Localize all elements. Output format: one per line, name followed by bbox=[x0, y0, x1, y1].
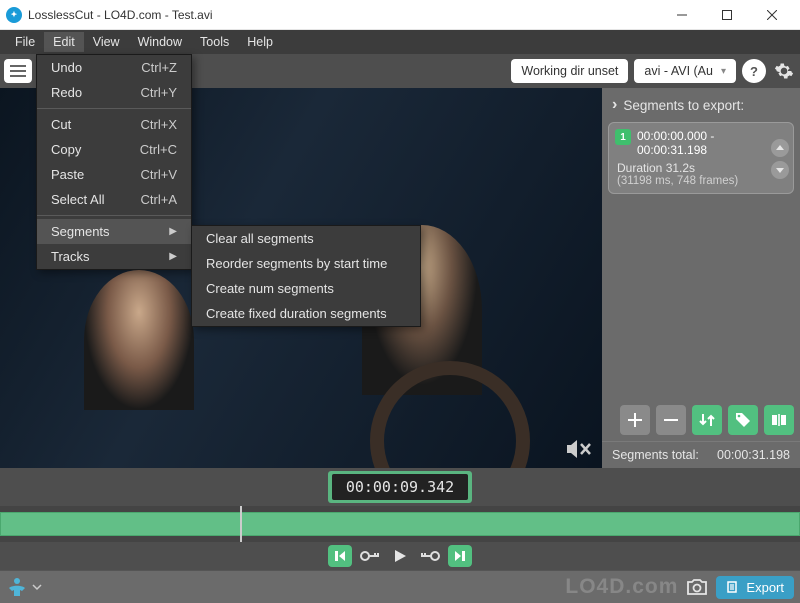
mark-in-icon bbox=[333, 549, 347, 563]
mark-out-button[interactable] bbox=[448, 545, 472, 567]
submenu-reorder-segments[interactable]: Reorder segments by start time bbox=[192, 251, 420, 276]
menubar: File Edit View Window Tools Help bbox=[0, 30, 800, 54]
tag-icon bbox=[735, 412, 751, 428]
timecode-row: 00:00:09.342 bbox=[0, 468, 800, 506]
minimize-button[interactable] bbox=[659, 1, 704, 29]
titlebar: ✦ LosslessCut - LO4D.com - Test.avi bbox=[0, 0, 800, 30]
add-segment-button[interactable] bbox=[620, 405, 650, 435]
menu-copy[interactable]: CopyCtrl+C bbox=[37, 137, 191, 162]
menu-window[interactable]: Window bbox=[129, 32, 191, 52]
segment-card[interactable]: 1 00:00:00.000 - 00:00:31.198 Duration 3… bbox=[608, 122, 794, 194]
submenu-clear-segments[interactable]: Clear all segments bbox=[192, 226, 420, 251]
arrow-down-icon bbox=[775, 165, 785, 175]
prev-keyframe-button[interactable] bbox=[358, 545, 382, 567]
split-icon bbox=[771, 412, 787, 428]
menu-undo[interactable]: UndoCtrl+Z bbox=[37, 55, 191, 80]
segments-submenu: Clear all segments Reorder segments by s… bbox=[191, 225, 421, 327]
watermark: LO4D.com bbox=[565, 575, 678, 599]
segment-times: 00:00:00.000 - 00:00:31.198 bbox=[637, 129, 785, 157]
playhead[interactable] bbox=[240, 506, 242, 542]
menu-edit[interactable]: Edit bbox=[44, 32, 84, 52]
arrow-up-icon bbox=[775, 143, 785, 153]
segments-total-label: Segments total: bbox=[612, 448, 699, 462]
remove-segment-button[interactable] bbox=[656, 405, 686, 435]
segment-move-up[interactable] bbox=[771, 139, 789, 157]
person-icon bbox=[6, 576, 28, 598]
segment-duration: Duration 31.2s bbox=[617, 161, 785, 175]
export-label: Export bbox=[746, 580, 784, 595]
menu-paste[interactable]: PasteCtrl+V bbox=[37, 162, 191, 187]
menu-view[interactable]: View bbox=[84, 32, 129, 52]
timecode-value: 00:00:09.342 bbox=[332, 474, 468, 500]
sort-segments-button[interactable] bbox=[692, 405, 722, 435]
mark-out-icon bbox=[453, 549, 467, 563]
transport-controls bbox=[0, 542, 800, 570]
camera-icon bbox=[686, 578, 708, 596]
export-button[interactable]: Export bbox=[716, 576, 794, 599]
mark-in-button[interactable] bbox=[328, 545, 352, 567]
tag-segment-button[interactable] bbox=[728, 405, 758, 435]
maximize-button[interactable] bbox=[704, 1, 749, 29]
timeline-segment[interactable] bbox=[0, 512, 800, 536]
menu-select-all[interactable]: Select AllCtrl+A bbox=[37, 187, 191, 212]
edit-menu-dropdown: UndoCtrl+Z RedoCtrl+Y CutCtrl+X CopyCtrl… bbox=[36, 54, 192, 270]
settings-button[interactable] bbox=[772, 59, 796, 83]
segment-tools bbox=[602, 399, 800, 441]
menu-redo[interactable]: RedoCtrl+Y bbox=[37, 80, 191, 105]
play-icon bbox=[393, 549, 407, 563]
segment-frames: (31198 ms, 748 frames) bbox=[617, 175, 785, 187]
simple-mode-button[interactable] bbox=[6, 576, 28, 598]
key-prev-icon bbox=[360, 550, 380, 562]
next-keyframe-button[interactable] bbox=[418, 545, 442, 567]
segment-move-down[interactable] bbox=[771, 161, 789, 179]
menu-file[interactable]: File bbox=[6, 32, 44, 52]
sort-icon bbox=[699, 412, 715, 428]
menu-tracks[interactable]: Tracks▶ bbox=[37, 244, 191, 269]
app-icon: ✦ bbox=[6, 7, 22, 23]
bottombar: LO4D.com Export bbox=[0, 570, 800, 603]
play-button[interactable] bbox=[388, 545, 412, 567]
submenu-create-fixed-segments[interactable]: Create fixed duration segments bbox=[192, 301, 420, 326]
mute-button[interactable] bbox=[566, 438, 592, 460]
plus-icon bbox=[626, 411, 644, 429]
timecode-display[interactable]: 00:00:09.342 bbox=[328, 471, 472, 503]
timeline[interactable] bbox=[0, 506, 800, 542]
close-button[interactable] bbox=[749, 1, 794, 29]
key-next-icon bbox=[420, 550, 440, 562]
working-dir-button[interactable]: Working dir unset bbox=[511, 59, 628, 83]
menu-segments[interactable]: Segments▶ bbox=[37, 219, 191, 244]
export-icon bbox=[726, 580, 740, 594]
format-dropdown[interactable]: avi - AVI (Au bbox=[634, 59, 736, 83]
gear-icon bbox=[774, 61, 794, 81]
capture-frame-button[interactable] bbox=[686, 578, 708, 596]
segments-total-value: 00:00:31.198 bbox=[717, 448, 790, 462]
minus-icon bbox=[662, 411, 680, 429]
menu-help[interactable]: Help bbox=[238, 32, 282, 52]
window-title: LosslessCut - LO4D.com - Test.avi bbox=[28, 8, 659, 22]
segments-sidebar: Segments to export: 1 00:00:00.000 - 00:… bbox=[602, 88, 800, 468]
speaker-mute-icon bbox=[566, 438, 592, 460]
chevron-down-icon[interactable] bbox=[32, 582, 42, 592]
help-button[interactable]: ? bbox=[742, 59, 766, 83]
segments-total: Segments total: 00:00:31.198 bbox=[602, 441, 800, 468]
hamburger-button[interactable] bbox=[4, 59, 32, 83]
menu-tools[interactable]: Tools bbox=[191, 32, 238, 52]
menu-cut[interactable]: CutCtrl+X bbox=[37, 112, 191, 137]
submenu-create-num-segments[interactable]: Create num segments bbox=[192, 276, 420, 301]
split-segment-button[interactable] bbox=[764, 405, 794, 435]
segments-header[interactable]: Segments to export: bbox=[602, 88, 800, 122]
segment-index: 1 bbox=[615, 129, 631, 145]
